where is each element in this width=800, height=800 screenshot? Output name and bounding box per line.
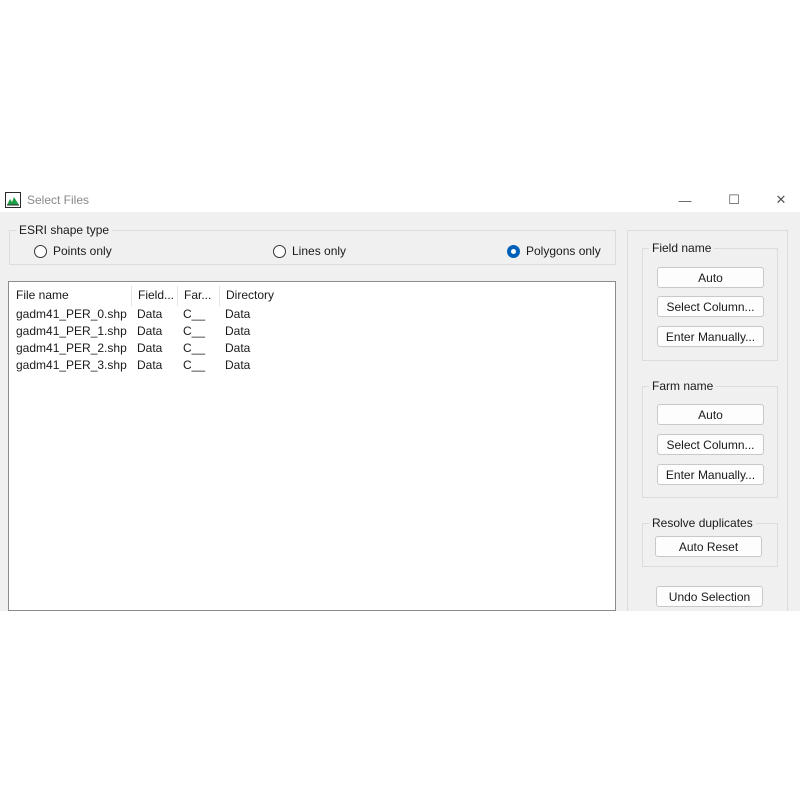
radio-lines-only[interactable]: Lines only xyxy=(273,244,346,258)
farm-name-enter-manually-button[interactable]: Enter Manually... xyxy=(657,464,764,485)
table-row[interactable]: gadm41_PER_2.shp Data C__ Data xyxy=(9,340,615,357)
auto-reset-button[interactable]: Auto Reset xyxy=(655,536,762,557)
app-icon xyxy=(5,192,21,208)
cell-directory: Data xyxy=(225,307,251,321)
column-header-farm[interactable]: Far... xyxy=(177,282,219,308)
minimize-button[interactable]: — xyxy=(662,188,708,212)
cell-directory: Data xyxy=(225,324,251,338)
cell-field: Data xyxy=(137,341,163,355)
field-name-enter-manually-button[interactable]: Enter Manually... xyxy=(657,326,764,347)
column-header-file-name[interactable]: File name xyxy=(9,282,131,308)
radio-lines-only-label: Lines only xyxy=(292,244,347,258)
cell-file-name: gadm41_PER_0.shp xyxy=(16,307,127,321)
maximize-icon: ☐ xyxy=(728,192,740,207)
shape-type-title: ESRI shape type xyxy=(16,223,113,237)
table-row[interactable]: gadm41_PER_1.shp Data C__ Data xyxy=(9,323,615,340)
cell-farm: C__ xyxy=(183,341,206,355)
farm-name-auto-button[interactable]: Auto xyxy=(657,404,764,425)
cell-directory: Data xyxy=(225,358,251,372)
file-list[interactable]: File name Field... Far... Directory gadm… xyxy=(8,281,616,611)
radio-points-only[interactable]: Points only xyxy=(34,244,112,258)
maximize-button[interactable]: ☐ xyxy=(711,188,757,212)
radio-points-only-label: Points only xyxy=(53,244,112,258)
select-files-window: Select Files — ☐ ✕ ESRI shape type Point… xyxy=(0,188,800,611)
column-header-field[interactable]: Field... xyxy=(131,282,177,308)
shape-type-group: ESRI shape type Points only Lines only P… xyxy=(9,223,616,265)
farm-name-select-column-button[interactable]: Select Column... xyxy=(657,434,764,455)
cell-directory: Data xyxy=(225,341,251,355)
radio-polygons-only-circle xyxy=(507,244,520,258)
radio-polygons-only-label: Polygons only xyxy=(526,244,601,258)
window-title: Select Files xyxy=(27,193,90,207)
cell-file-name: gadm41_PER_3.shp xyxy=(16,358,127,372)
title-bar[interactable]: Select Files — ☐ ✕ xyxy=(0,188,800,212)
cell-field: Data xyxy=(137,307,163,321)
column-header-directory[interactable]: Directory xyxy=(219,282,339,308)
farm-name-title: Farm name xyxy=(649,379,717,393)
table-row[interactable]: gadm41_PER_3.shp Data C__ Data xyxy=(9,357,615,374)
close-icon: ✕ xyxy=(775,192,787,207)
resolve-duplicates-title: Resolve duplicates xyxy=(649,516,756,530)
cell-farm: C__ xyxy=(183,358,206,372)
cell-file-name: gadm41_PER_1.shp xyxy=(16,324,127,338)
radio-lines-only-circle xyxy=(273,244,286,258)
radio-polygons-only[interactable]: Polygons only xyxy=(507,244,601,258)
field-name-title: Field name xyxy=(649,241,715,255)
close-button[interactable]: ✕ xyxy=(758,188,800,212)
cell-field: Data xyxy=(137,358,163,372)
undo-selection-button[interactable]: Undo Selection xyxy=(656,586,763,607)
radio-points-only-circle xyxy=(34,244,47,258)
minimize-icon: — xyxy=(678,192,692,208)
field-name-select-column-button[interactable]: Select Column... xyxy=(657,296,764,317)
table-row[interactable]: gadm41_PER_0.shp Data C__ Data xyxy=(9,306,615,323)
cell-farm: C__ xyxy=(183,307,206,321)
cell-farm: C__ xyxy=(183,324,206,338)
field-name-auto-button[interactable]: Auto xyxy=(657,267,764,288)
cell-file-name: gadm41_PER_2.shp xyxy=(16,341,127,355)
cell-field: Data xyxy=(137,324,163,338)
